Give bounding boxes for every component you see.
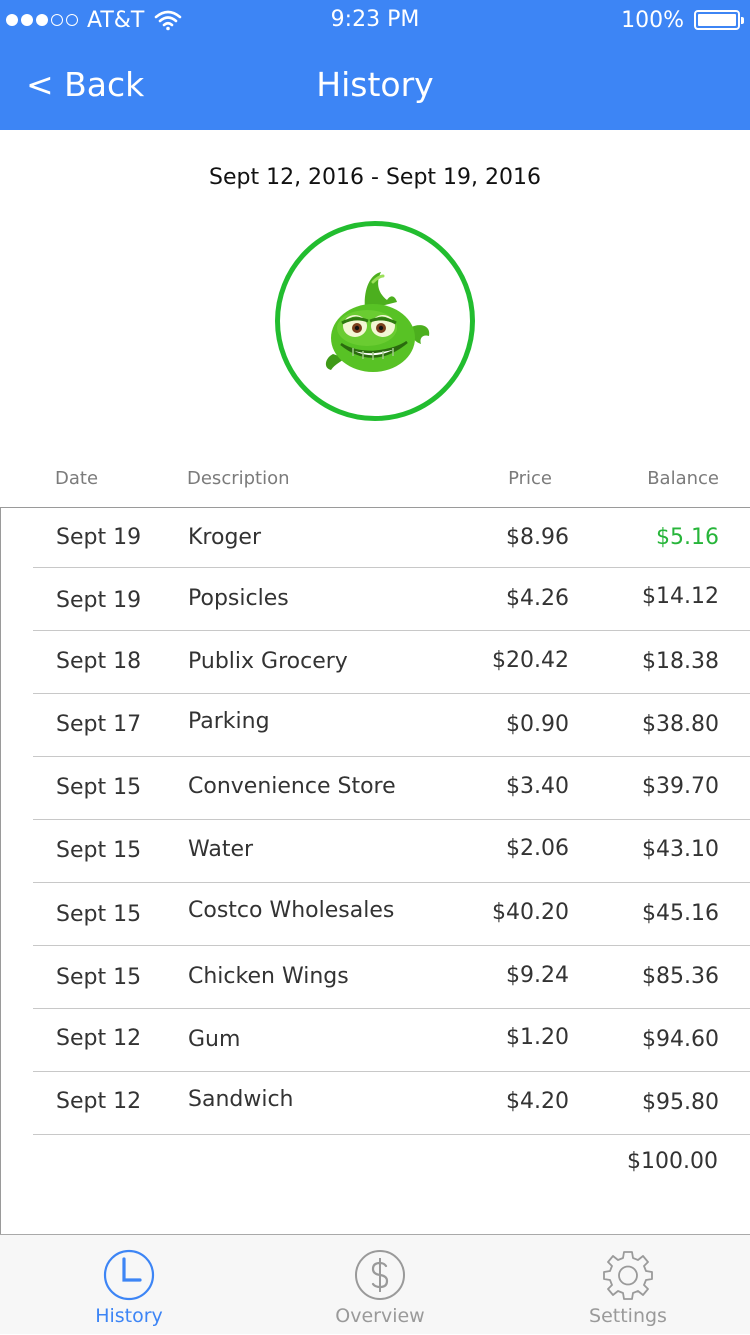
table-row[interactable]: Sept 15 Costco Wholesales $40.20 $45.16 xyxy=(1,883,750,946)
table-row[interactable]: Sept 15 Water $2.06 $43.10 xyxy=(1,820,750,883)
row-date: Sept 12 xyxy=(56,1089,142,1114)
row-price: $3.40 xyxy=(506,774,569,799)
row-description: Chicken Wings xyxy=(188,964,349,989)
row-description: Gum xyxy=(188,1027,241,1052)
status-right: 100% xyxy=(621,0,744,40)
green-fish-mascot-icon xyxy=(325,272,430,372)
transaction-table: Sept 19 Kroger $8.96 $5.16 Sept 19 Popsi… xyxy=(0,507,750,1235)
avatar xyxy=(275,221,475,421)
column-header-price: Price xyxy=(508,468,552,489)
date-range-label: Sept 12, 2016 - Sept 19, 2016 xyxy=(208,165,542,190)
row-description: Sandwich xyxy=(188,1087,294,1112)
row-date: Sept 17 xyxy=(56,712,142,737)
row-price: $20.42 xyxy=(492,648,569,673)
row-date: Sept 18 xyxy=(56,649,142,674)
battery-icon xyxy=(694,10,744,30)
table-row[interactable]: Sept 17 Parking $0.90 $38.80 xyxy=(1,694,750,757)
row-price: $1.20 xyxy=(506,1025,569,1050)
table-row[interactable]: Sept 19 Popsicles $4.26 $14.12 xyxy=(1,568,750,631)
row-description: Parking xyxy=(188,709,270,734)
row-date: Sept 19 xyxy=(56,525,142,550)
row-balance: $95.80 xyxy=(642,1090,719,1115)
row-price: $4.20 xyxy=(506,1089,569,1114)
row-price: $40.20 xyxy=(492,900,569,925)
row-date: Sept 12 xyxy=(56,1026,142,1051)
clock-icon xyxy=(103,1249,155,1301)
column-header-balance: Balance xyxy=(647,468,719,489)
row-date: Sept 15 xyxy=(56,902,142,927)
table-row[interactable]: Sept 12 Sandwich $4.20 $95.80 xyxy=(1,1072,750,1135)
column-header-description: Description xyxy=(187,468,290,489)
row-description: Convenience Store xyxy=(188,774,396,799)
row-balance: $38.80 xyxy=(642,712,719,737)
status-bar: AT&T 9:23 PM 100% xyxy=(0,0,750,40)
row-balance: $45.16 xyxy=(642,901,719,926)
battery-percent: 100% xyxy=(621,7,684,33)
row-balance: $85.36 xyxy=(642,964,719,989)
tab-overview[interactable]: Overview xyxy=(255,1235,505,1335)
row-balance: $43.10 xyxy=(642,837,719,862)
row-price: $0.90 xyxy=(506,712,569,737)
row-description: Water xyxy=(188,837,254,862)
tab-overview-label: Overview xyxy=(335,1305,425,1327)
row-price: $9.24 xyxy=(506,963,569,988)
back-button[interactable]: < Back xyxy=(26,40,144,130)
table-row[interactable]: Sept 18 Publix Grocery $20.42 $18.38 xyxy=(1,631,750,694)
dollar-coin-icon xyxy=(355,1250,405,1300)
row-date: Sept 19 xyxy=(56,588,142,613)
row-balance: $18.38 xyxy=(642,649,719,674)
row-date: Sept 15 xyxy=(56,775,142,800)
table-row[interactable]: Sept 15 Chicken Wings $9.24 $85.36 xyxy=(1,946,750,1009)
tab-bar: History Overview Settings xyxy=(0,1234,750,1334)
row-price: $4.26 xyxy=(506,586,569,611)
row-description: Kroger xyxy=(188,525,261,550)
table-row[interactable]: Sept 12 Gum $1.20 $94.60 xyxy=(1,1009,750,1072)
row-balance: $39.70 xyxy=(642,774,719,799)
row-divider xyxy=(33,1134,750,1135)
row-balance: $94.60 xyxy=(642,1027,719,1052)
tab-history[interactable]: History xyxy=(4,1235,254,1335)
row-price: $2.06 xyxy=(506,836,569,861)
row-description: Costco Wholesales xyxy=(188,898,395,923)
table-row[interactable]: Sept 15 Convenience Store $3.40 $39.70 xyxy=(1,757,750,820)
tab-settings-label: Settings xyxy=(589,1305,667,1327)
starting-balance: $100.00 xyxy=(627,1149,718,1174)
navigation-bar: < Back History xyxy=(0,40,750,130)
column-header-date: Date xyxy=(55,468,99,489)
row-balance: $5.16 xyxy=(656,525,719,550)
row-description: Publix Grocery xyxy=(188,649,348,674)
tab-history-label: History xyxy=(95,1305,163,1327)
tab-settings[interactable]: Settings xyxy=(503,1235,750,1335)
gear-icon xyxy=(603,1251,653,1300)
row-balance: $14.12 xyxy=(642,584,719,609)
row-price: $8.96 xyxy=(506,525,569,550)
table-row[interactable]: Sept 19 Kroger $8.96 $5.16 xyxy=(1,508,750,571)
row-date: Sept 15 xyxy=(56,838,142,863)
row-description: Popsicles xyxy=(188,586,289,611)
row-date: Sept 15 xyxy=(56,965,142,990)
